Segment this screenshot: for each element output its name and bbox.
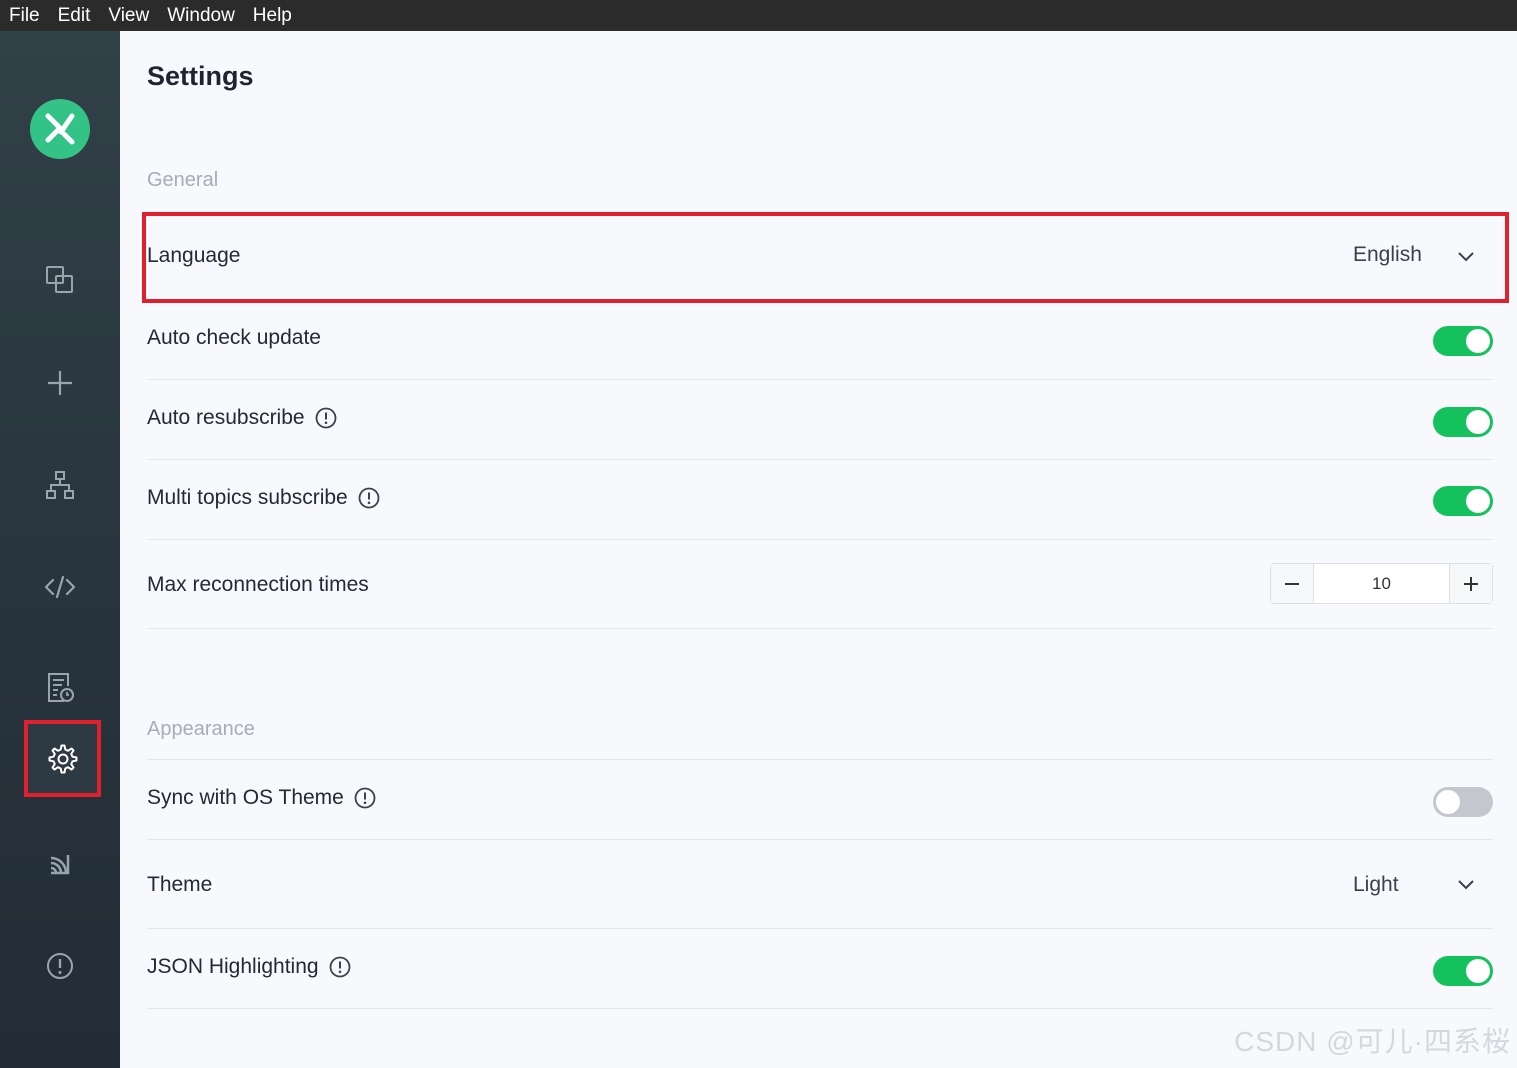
info-icon[interactable] (358, 487, 380, 509)
sync-os-theme-text: Sync with OS Theme (147, 786, 344, 809)
plus-icon (1464, 576, 1478, 591)
divider (147, 839, 1493, 840)
menu-help[interactable]: Help (244, 0, 301, 31)
page-title: Settings (147, 61, 254, 91)
divider (147, 759, 1493, 760)
settings-nav-item[interactable] (24, 720, 101, 797)
theme-row: Theme Light (147, 861, 1493, 907)
info-icon[interactable] (329, 956, 351, 978)
divider (147, 459, 1493, 460)
multi-topics-label: Multi topics subscribe (147, 486, 380, 510)
info-icon[interactable] (315, 407, 337, 429)
auto-resubscribe-text: Auto resubscribe (147, 406, 305, 429)
rss-icon[interactable] (40, 844, 80, 884)
multi-topics-row: Multi topics subscribe (147, 481, 1493, 521)
section-appearance-title: Appearance (147, 718, 255, 740)
log-icon[interactable] (40, 668, 80, 708)
decrement-button[interactable] (1271, 564, 1314, 603)
menu-edit[interactable]: Edit (49, 0, 100, 31)
mqttx-logo-icon (30, 99, 90, 159)
json-highlighting-toggle[interactable] (1433, 956, 1493, 986)
settings-page: Settings General Language English Auto c… (120, 31, 1517, 1068)
code-icon[interactable] (40, 567, 80, 607)
max-reconnect-row: Max reconnection times 10 (147, 563, 1493, 605)
auto-resubscribe-label: Auto resubscribe (147, 406, 337, 430)
max-reconnect-input[interactable]: 10 (1314, 564, 1449, 603)
max-reconnect-stepper[interactable]: 10 (1270, 563, 1493, 604)
connections-icon[interactable] (40, 260, 80, 300)
auto-check-update-row: Auto check update (147, 321, 1493, 361)
auto-check-update-label: Auto check update (147, 326, 321, 349)
plus-icon[interactable] (40, 363, 80, 403)
menu-view[interactable]: View (99, 0, 158, 31)
sync-os-theme-row: Sync with OS Theme (147, 781, 1493, 821)
auto-resubscribe-row: Auto resubscribe (147, 401, 1493, 441)
divider (147, 928, 1493, 929)
json-highlighting-text: JSON Highlighting (147, 955, 319, 978)
multi-topics-text: Multi topics subscribe (147, 486, 348, 509)
auto-check-update-toggle[interactable] (1433, 326, 1493, 356)
theme-label: Theme (147, 873, 213, 896)
divider (147, 1008, 1493, 1009)
section-general-title: General (147, 169, 219, 191)
menu-window[interactable]: Window (158, 0, 244, 31)
sync-os-theme-label: Sync with OS Theme (147, 786, 376, 810)
theme-select[interactable]: Light (1333, 861, 1493, 907)
highlight-box-language (142, 212, 1509, 303)
divider (147, 379, 1493, 380)
minus-icon (1285, 582, 1299, 585)
auto-resubscribe-toggle[interactable] (1433, 407, 1493, 437)
gear-icon (43, 739, 83, 779)
network-icon[interactable] (40, 465, 80, 505)
divider (147, 539, 1493, 540)
increment-button[interactable] (1449, 564, 1492, 603)
about-info-icon[interactable] (40, 946, 80, 986)
watermark: CSDN @可儿·四系桜 (1234, 1026, 1511, 1057)
max-reconnect-label: Max reconnection times (147, 573, 369, 596)
divider (147, 628, 1493, 629)
menu-bar: File Edit View Window Help (0, 0, 1517, 32)
chevron-down-icon (1458, 880, 1474, 890)
theme-select-value: Light (1353, 873, 1399, 896)
sidebar (0, 31, 120, 1068)
json-highlighting-label: JSON Highlighting (147, 955, 351, 979)
menu-file[interactable]: File (0, 0, 49, 31)
info-icon[interactable] (354, 787, 376, 809)
json-highlighting-row: JSON Highlighting (147, 950, 1493, 990)
sync-os-theme-toggle[interactable] (1433, 787, 1493, 817)
multi-topics-toggle[interactable] (1433, 486, 1493, 516)
